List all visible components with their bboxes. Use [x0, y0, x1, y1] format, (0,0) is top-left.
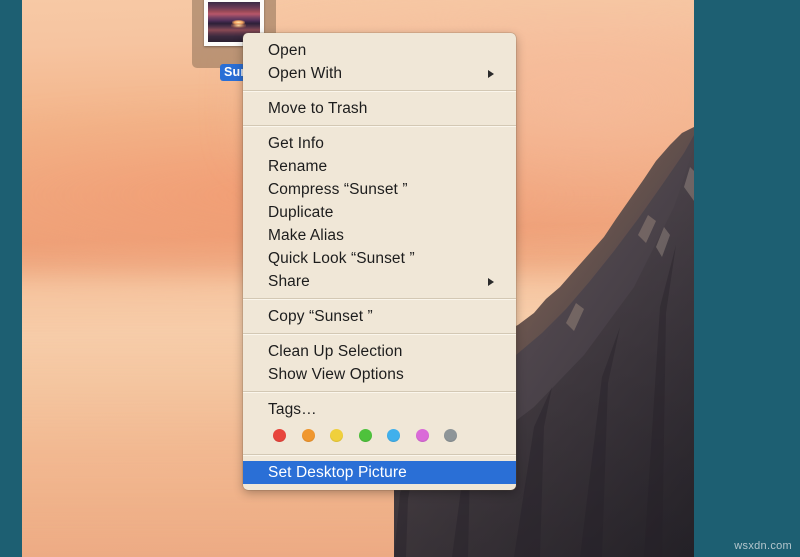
menu-item-label: Move to Trash	[268, 100, 368, 117]
menu-item-label: Open With	[268, 65, 343, 82]
context-menu[interactable]: Open Open With Move to Trash Get Info Rename…	[243, 33, 516, 490]
menu-item-open[interactable]: Open	[243, 39, 516, 62]
menu-separator	[243, 125, 516, 127]
menu-item-copy-sunset[interactable]: Copy “Sunset ”	[243, 305, 516, 328]
menu-item-label: Set Desktop Picture	[268, 464, 407, 481]
submenu-arrow-icon	[488, 69, 494, 78]
menu-item-label: Make Alias	[268, 227, 344, 244]
menu-item-label: Share	[268, 273, 310, 290]
menu-item-tags[interactable]: Tags…	[243, 398, 516, 421]
menu-item-label: Quick Look “Sunset ”	[268, 250, 415, 267]
tag-gray-dot[interactable]	[444, 428, 457, 442]
menu-item-quick-look-sunset[interactable]: Quick Look “Sunset ”	[243, 247, 516, 270]
tag-yellow-dot[interactable]	[330, 428, 343, 442]
menu-item-clean-up-selection[interactable]: Clean Up Selection	[243, 340, 516, 363]
menu-item-label: Get Info	[268, 135, 324, 152]
watermark: wsxdn.com	[734, 540, 792, 552]
menu-item-compress-sunset[interactable]: Compress “Sunset ”	[243, 178, 516, 201]
menu-item-label: Copy “Sunset ”	[268, 308, 373, 325]
menu-item-open-with[interactable]: Open With	[243, 62, 516, 85]
menu-item-move-to-trash[interactable]: Move to Trash	[243, 97, 516, 120]
menu-item-label: Show View Options	[268, 366, 404, 383]
tag-orange-dot[interactable]	[301, 428, 315, 442]
menu-item-make-alias[interactable]: Make Alias	[243, 224, 516, 247]
tag-color-row[interactable]	[243, 421, 516, 449]
menu-item-rename[interactable]: Rename	[243, 155, 516, 178]
menu-item-share[interactable]: Share	[243, 270, 516, 293]
menu-item-label: Open	[268, 42, 307, 59]
menu-item-label: Tags…	[268, 401, 317, 418]
menu-bottom-padding	[243, 484, 516, 486]
menu-item-label: Rename	[268, 158, 328, 175]
menu-separator	[243, 391, 516, 393]
tag-red-dot[interactable]	[273, 428, 286, 442]
screen: Sunse OpenOpen WithMove to TrashGet Info…	[0, 0, 800, 557]
menu-separator	[243, 90, 516, 92]
thumbnail-sun-reflection	[230, 22, 247, 28]
menu-separator	[243, 298, 516, 300]
tag-green-dot[interactable]	[358, 428, 372, 442]
tag-blue-dot[interactable]	[387, 428, 400, 442]
tag-purple-dot[interactable]	[415, 428, 429, 442]
menu-separator	[243, 333, 516, 335]
menu-item-get-info[interactable]: Get Info	[243, 132, 516, 155]
menu-item-show-view-options[interactable]: Show View Options	[243, 363, 516, 386]
menu-item-label: Compress “Sunset ”	[268, 181, 408, 198]
menu-item-label: Clean Up Selection	[268, 343, 403, 360]
menu-separator	[243, 454, 516, 456]
menu-item-duplicate[interactable]: Duplicate	[243, 201, 516, 224]
menu-item-set-desktop-picture[interactable]: Set Desktop Picture	[243, 461, 516, 484]
menu-item-label: Duplicate	[268, 204, 334, 221]
submenu-arrow-icon	[488, 277, 494, 286]
